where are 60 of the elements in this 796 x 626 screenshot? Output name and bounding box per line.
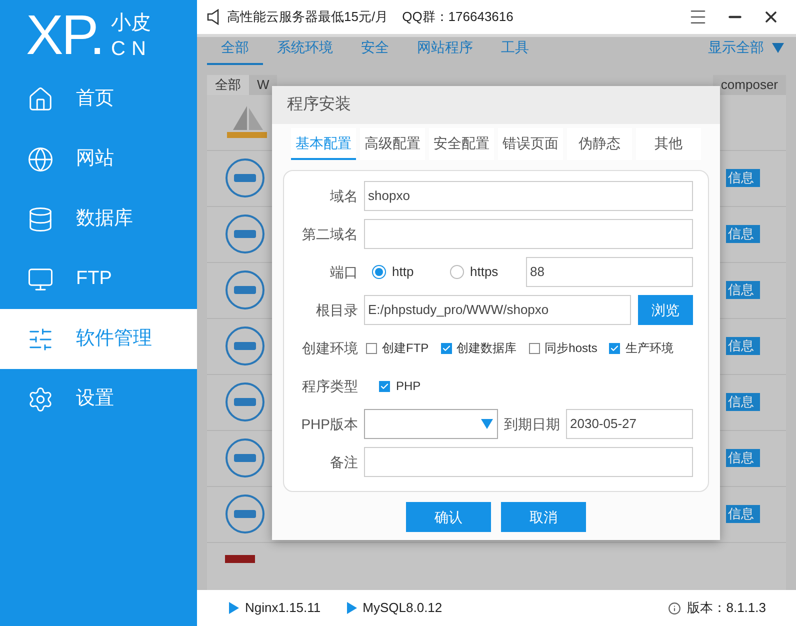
sub-tab[interactable]: 全部 [207,75,249,94]
sidebar-item[interactable]: 网站 [0,129,197,189]
install-info-button[interactable]: 信息 [726,337,760,355]
install-info-button[interactable]: 信息 [726,393,760,411]
install-info-button[interactable]: 信息 [726,449,760,467]
install-info-button[interactable]: 信息 [726,225,760,243]
sidebar-item[interactable]: 数据库 [0,189,197,249]
domain-field[interactable]: shopxo [364,181,693,211]
checkbox-label: 生产环境 [625,340,674,357]
field-label: PHP版本 [300,414,358,434]
checkbox-label: 创建数据库 [456,340,517,357]
install-info-button[interactable]: 信息 [726,505,760,523]
dialog-button[interactable]: 取消 [501,502,586,532]
category-tab[interactable]: 安全 [347,37,403,65]
sidebar-item[interactable]: 首页 [0,69,197,129]
install-info-button[interactable]: 信息 [726,169,760,187]
radio-label: http [392,263,414,282]
logo-text: 小皮 [111,10,152,36]
sub-tab[interactable]: W [249,75,278,94]
version-text: 版本：8.1.1.3 [687,599,766,618]
field-label: 备注 [329,452,358,472]
category-tab[interactable]: 全部 [207,37,263,65]
field-label: 程序类型 [301,376,358,396]
field-label: 创建环境 [301,338,358,358]
sidebar-item[interactable]: 软件管理 [0,309,197,369]
field-label: 端口 [329,262,358,282]
category-tab[interactable]: 网站程序 [403,37,487,65]
sub-tab[interactable]: composer [712,75,786,94]
expiry-date-field[interactable]: 2030-05-27 [566,409,693,439]
config-tab[interactable]: 伪静态 [567,128,632,160]
checkbox-label: PHP [396,378,421,395]
radio-label: https [470,263,498,282]
install-info-button[interactable]: 信息 [726,281,760,299]
field-label: 到期日期 [504,414,560,434]
browse-button[interactable]: 浏览 [638,295,693,325]
sidebar-item[interactable]: FTP [0,249,197,309]
logo-mark: XP. [26,6,104,62]
config-tab[interactable]: 错误页面 [498,128,563,160]
qq-group-text: QQ群：176643616 [402,8,514,26]
config-tab[interactable]: 基本配置 [291,128,356,160]
config-tab[interactable]: 其他 [636,128,701,160]
category-tab[interactable]: 系统环境 [263,37,347,65]
checkbox-label: 同步hosts [544,340,598,357]
show-all-dropdown[interactable]: 显示全部 [708,37,764,58]
field-label: 域名 [329,186,358,206]
checkbox-label: 创建FTP [382,340,429,357]
service-status[interactable]: MySQL8.0.12 [362,598,442,618]
service-status[interactable]: Nginx1.15.11 [245,598,321,618]
port-field[interactable]: 88 [526,257,693,287]
notice-text: 高性能云服务器最低15元/月 [227,8,388,26]
category-tab[interactable]: 工具 [487,37,543,65]
config-tab[interactable]: 安全配置 [429,128,494,160]
logo-text: CN [111,36,152,62]
dialog-button[interactable]: 确认 [406,502,491,532]
sidebar-item[interactable]: 设置 [0,369,197,429]
config-tab[interactable]: 高级配置 [360,128,425,160]
field-label: 根目录 [315,300,358,320]
root-directory-field[interactable]: E:/phpstudy_pro/WWW/shopxo [364,295,631,325]
dialog-title: 程序安装 [287,94,351,115]
field-label: 第二域名 [301,224,358,244]
